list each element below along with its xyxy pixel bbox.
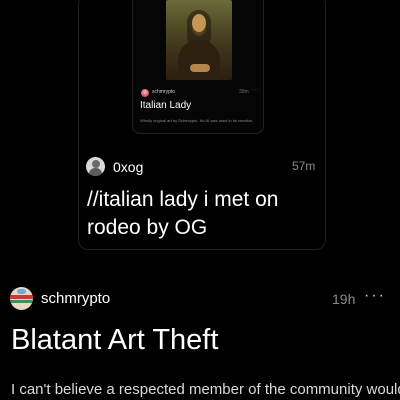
embedded-post-title: Italian Lady (140, 100, 192, 111)
quote-post-time: 57m (292, 159, 316, 173)
artwork-image (166, 0, 232, 80)
embedded-post-description: Wholly original art by Schmrypto. No AI … (140, 118, 254, 123)
post-author-avatar[interactable] (10, 287, 33, 310)
post-title: Blatant Art Theft (11, 324, 219, 356)
embedded-post-time: 39m (239, 89, 249, 95)
quote-author-name[interactable]: 0xog (113, 159, 143, 175)
quote-post-text: //italian lady i met on rodeo by OG (87, 188, 279, 239)
post-time: 19h (332, 291, 356, 307)
embedded-author-avatar[interactable] (141, 89, 149, 97)
quote-author-avatar[interactable] (86, 157, 105, 176)
embedded-more-icon[interactable]: ··· (251, 87, 260, 93)
post-body: I can't believe a respected member of th… (11, 381, 400, 398)
post-author-name[interactable]: schmrypto (41, 290, 110, 307)
embedded-author-name[interactable]: schmrypto (152, 89, 175, 95)
more-options-icon[interactable]: ··· (364, 287, 386, 305)
